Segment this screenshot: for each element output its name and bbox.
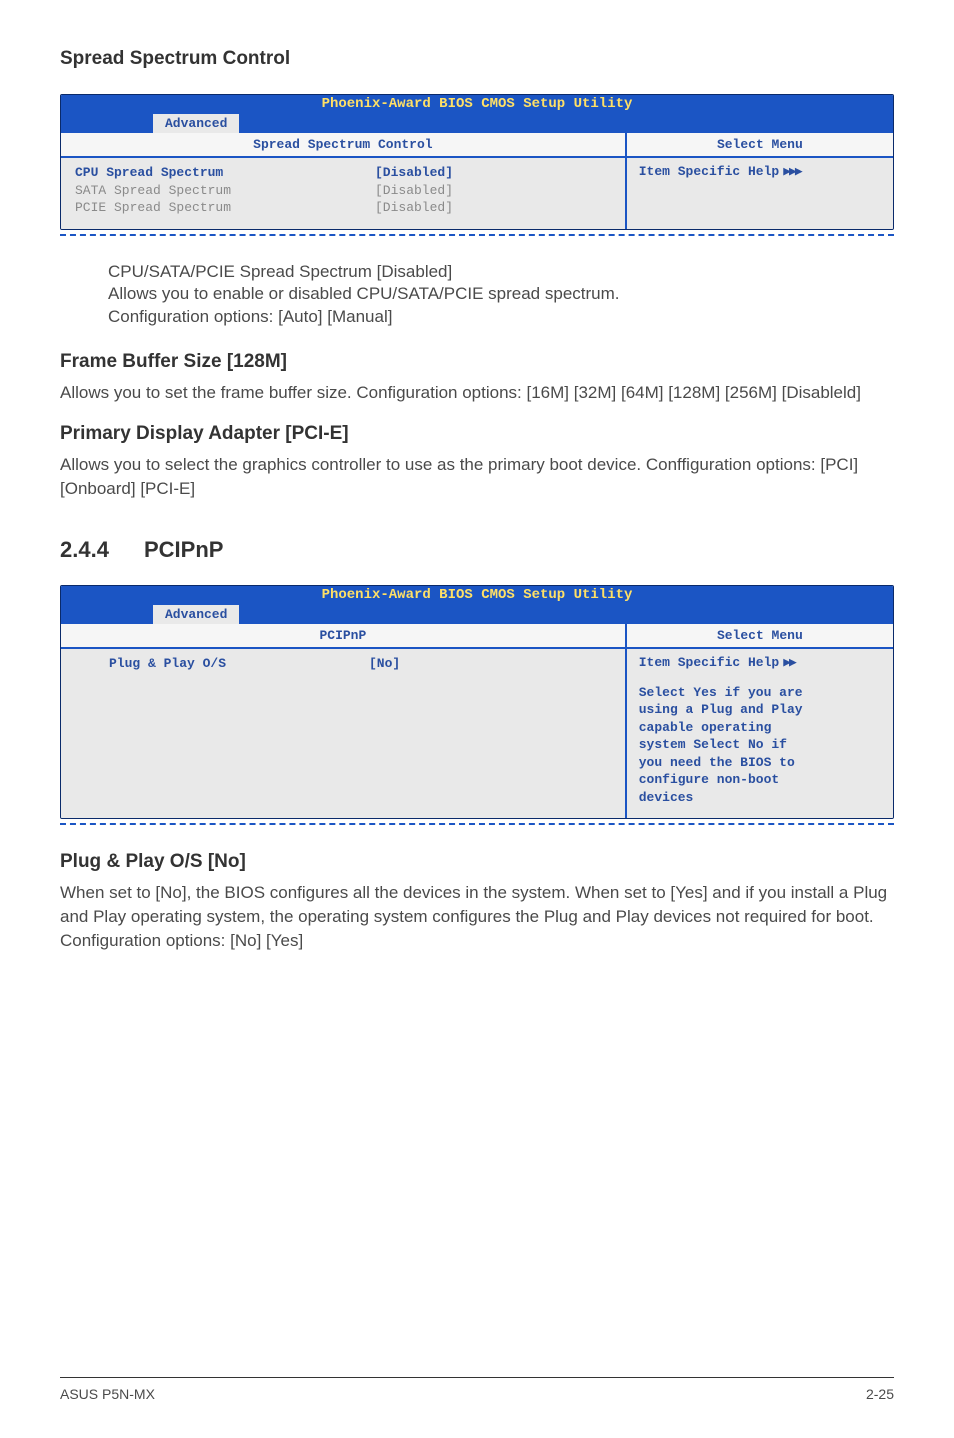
bios-row-label: PCIE Spread Spectrum — [75, 199, 375, 217]
bios-row-label: CPU Spread Spectrum — [75, 164, 375, 182]
bios-help-line: configure non-boot — [639, 771, 885, 789]
bios-row-plug-play: Plug & Play O/S [No] — [109, 655, 611, 673]
bios-body-right: Item Specific Help ▶▶ Select Yes if you … — [627, 649, 893, 819]
explain-line2: Configuration options: [Auto] [Manual] — [108, 305, 894, 329]
bios-help-line: using a Plug and Play — [639, 701, 885, 719]
bios-row-label: Plug & Play O/S — [109, 655, 369, 673]
bios-help-line: Select Yes if you are — [639, 684, 885, 702]
bios-help-label: Item Specific Help — [639, 655, 779, 670]
bios-subheader-left: PCIPnP — [61, 624, 627, 647]
heading-pcipnp-section: 2.4.4PCIPnP — [60, 537, 894, 563]
page-footer: ASUS P5N-MX 2-25 — [60, 1377, 894, 1402]
bios-tab-advanced: Advanced — [153, 114, 239, 133]
explain-line1: Allows you to enable or disabled CPU/SAT… — [108, 282, 894, 306]
bios-body-right: Item Specific Help ▶▶▶ — [627, 158, 893, 229]
bios-body-left: CPU Spread Spectrum [Disabled] SATA Spre… — [61, 158, 627, 229]
bios-tab-advanced: Advanced — [153, 605, 239, 624]
bios-help-header: Item Specific Help ▶▶ — [639, 655, 885, 670]
heading-frame-buffer: Frame Buffer Size [128M] — [60, 351, 894, 373]
bios-row-value: [Disabled] — [375, 182, 611, 200]
bios-subheader: Spread Spectrum Control Select Menu — [61, 133, 893, 158]
bios-subheader-left: Spread Spectrum Control — [61, 133, 627, 156]
bios-subheader: PCIPnP Select Menu — [61, 624, 893, 649]
bios-subheader-right: Select Menu — [627, 624, 893, 647]
heading-plug-play: Plug & Play O/S [No] — [60, 851, 894, 873]
heading-spread-spectrum-control: Spread Spectrum Control — [60, 48, 894, 70]
bios-dashed-divider — [60, 234, 894, 236]
bios-body: CPU Spread Spectrum [Disabled] SATA Spre… — [61, 158, 893, 229]
bios-help-line: devices — [639, 789, 885, 807]
footer-right: 2-25 — [866, 1386, 894, 1402]
bios-box-pcipnp: Phoenix-Award BIOS CMOS Setup Utility . … — [60, 585, 894, 820]
bios-row-label: SATA Spread Spectrum — [75, 182, 375, 200]
bios-help-line: you need the BIOS to — [639, 754, 885, 772]
bios-row-cpu-spread: CPU Spread Spectrum [Disabled] — [75, 164, 611, 182]
bios-body-left: Plug & Play O/S [No] — [61, 649, 627, 819]
bios-box-spread-spectrum: Phoenix-Award BIOS CMOS Setup Utility . … — [60, 94, 894, 230]
heading-primary-display: Primary Display Adapter [PCI-E] — [60, 423, 894, 445]
bios-help-label: Item Specific Help — [639, 164, 779, 179]
spread-spectrum-explain: CPU/SATA/PCIE Spread Spectrum [Disabled]… — [108, 262, 894, 330]
body-primary-display: Allows you to select the graphics contro… — [60, 453, 894, 501]
bios-subheader-right: Select Menu — [627, 133, 893, 156]
bios-row-value: [Disabled] — [375, 164, 611, 182]
bios-body: Plug & Play O/S [No] Item Specific Help … — [61, 649, 893, 819]
body-plug-play: When set to [No], the BIOS configures al… — [60, 881, 894, 952]
body-frame-buffer: Allows you to set the frame buffer size.… — [60, 381, 894, 405]
bios-help-line: capable operating — [639, 719, 885, 737]
explain-title: CPU/SATA/PCIE Spread Spectrum [Disabled] — [108, 262, 894, 282]
bios-title: Phoenix-Award BIOS CMOS Setup Utility — [61, 95, 893, 113]
bios-tab-row: . Advanced — [61, 113, 893, 133]
bios-help-text: Select Yes if you are using a Plug and P… — [639, 684, 885, 807]
triple-arrow-icon: ▶▶▶ — [783, 164, 800, 179]
bios-row-value: [No] — [369, 655, 611, 673]
section-number: 2.4.4 — [60, 537, 144, 563]
double-arrow-icon: ▶▶ — [783, 655, 795, 670]
bios-row-sata-spread: SATA Spread Spectrum [Disabled] — [75, 182, 611, 200]
bios-tab-row: . Advanced — [61, 604, 893, 624]
bios-help-header: Item Specific Help ▶▶▶ — [639, 164, 885, 179]
bios-row-pcie-spread: PCIE Spread Spectrum [Disabled] — [75, 199, 611, 217]
bios-tab-spacer: . — [61, 609, 153, 624]
bios-row-value: [Disabled] — [375, 199, 611, 217]
bios-title: Phoenix-Award BIOS CMOS Setup Utility — [61, 586, 893, 604]
bios-help-line: system Select No if — [639, 736, 885, 754]
bios-tab-spacer: . — [61, 118, 153, 133]
footer-left: ASUS P5N-MX — [60, 1386, 155, 1402]
section-title: PCIPnP — [144, 537, 223, 562]
